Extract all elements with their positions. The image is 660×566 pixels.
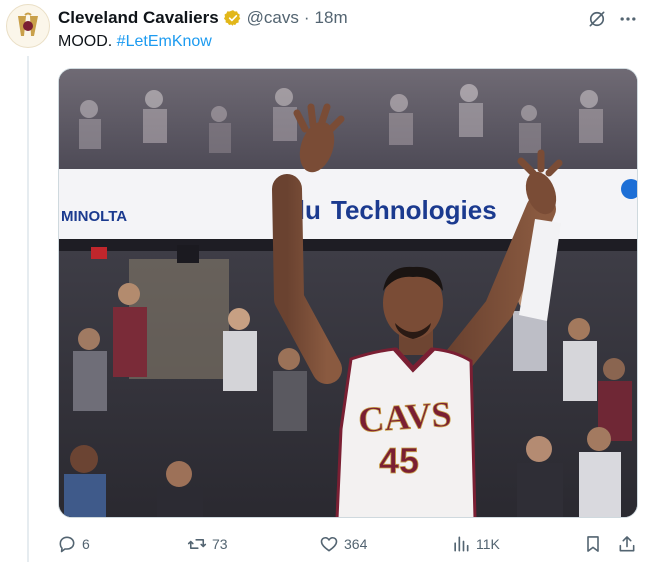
tweet[interactable]: Cleveland Cavaliers @cavs · 18m MOOD. #L… — [0, 0, 660, 566]
verified-badge-icon — [223, 9, 242, 27]
tweet-header: Cleveland Cavaliers @cavs · 18m — [58, 6, 348, 30]
author-name[interactable]: Cleveland Cavaliers — [58, 8, 219, 28]
repost-icon — [186, 533, 208, 555]
separator-dot: · — [303, 8, 310, 27]
cavs-logo-icon — [18, 12, 38, 36]
repost-count: 73 — [212, 536, 228, 552]
more-button[interactable] — [616, 8, 640, 30]
repost-button[interactable]: 73 — [186, 530, 228, 558]
jersey-team-text: CAVS — [357, 394, 453, 440]
like-count: 364 — [344, 536, 368, 552]
tweet-photo[interactable]: MINOLTA Blu Technologies CAVS 45 — [58, 68, 638, 518]
tweet-text: MOOD. #LetEmKnow — [58, 33, 212, 51]
like-button[interactable]: 364 — [318, 530, 367, 558]
timestamp[interactable]: 18m — [315, 8, 348, 28]
jersey-number-text: 45 — [379, 440, 419, 481]
reply-icon — [56, 533, 78, 555]
thread-line — [27, 56, 29, 562]
banner-left-text: MINOLTA — [61, 208, 127, 225]
grok-icon — [589, 11, 605, 27]
bookmark-icon — [582, 533, 604, 555]
more-icon — [620, 17, 636, 21]
hashtag-link[interactable]: #LetEmKnow — [117, 33, 212, 50]
views-count: 11K — [476, 536, 500, 552]
photo-scene: MINOLTA Blu Technologies CAVS 45 — [59, 69, 637, 517]
bookmark-button[interactable] — [582, 530, 604, 558]
like-icon — [318, 533, 340, 555]
views-icon — [450, 533, 472, 555]
author-handle[interactable]: @cavs — [247, 8, 299, 28]
share-icon — [616, 533, 638, 555]
grok-button[interactable] — [586, 8, 608, 30]
reply-count: 6 — [82, 536, 90, 552]
share-button[interactable] — [616, 530, 638, 558]
tweet-text-body: MOOD. — [58, 33, 113, 50]
reply-button[interactable]: 6 — [56, 530, 90, 558]
views-button[interactable]: 11K — [450, 530, 500, 558]
banner-main-text: Technologies — [331, 195, 497, 225]
avatar[interactable] — [6, 4, 50, 48]
action-bar: 6 73 364 11K — [56, 530, 646, 558]
